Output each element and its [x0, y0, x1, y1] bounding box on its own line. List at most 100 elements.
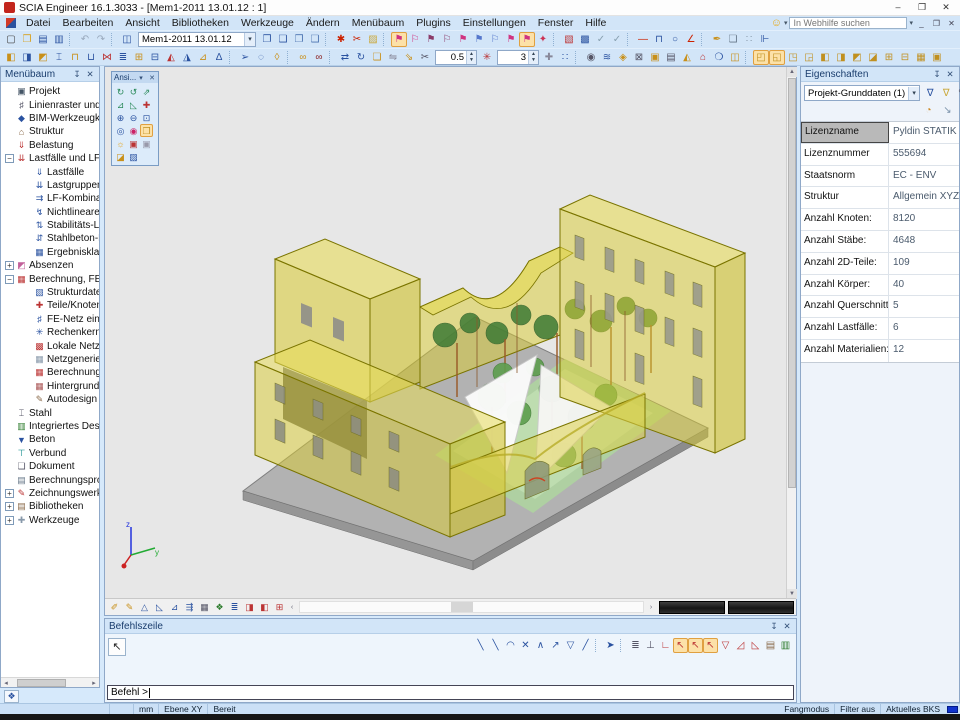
mdi-restore-button[interactable]: ❐	[930, 18, 943, 29]
property-row[interactable]: StrukturAllgemein XYZ	[801, 187, 959, 209]
zoom-in-icon[interactable]: ⊕	[114, 111, 127, 124]
tree-item[interactable]: +✚Werkzeuge	[1, 514, 99, 527]
tree-item[interactable]: ✳Rechenkern einstellen	[1, 326, 99, 339]
layer-pen-2-icon[interactable]: ✎	[122, 600, 137, 614]
tree-item[interactable]: ⇵Stahlbeton-LFK	[1, 232, 99, 245]
mesh-element-icon[interactable]: ≣	[115, 50, 131, 65]
help-dropdown-icon[interactable]: ▾	[784, 19, 788, 27]
search-named-icon[interactable]: ∞	[311, 50, 327, 65]
zoom-factor-spinner[interactable]: 0.5 ▲▼	[435, 50, 477, 65]
nonlinear-combinations-icon[interactable]: ⚐	[439, 32, 455, 47]
grid-display-2-icon[interactable]: ◧	[257, 600, 272, 614]
property-value[interactable]: 5	[889, 296, 959, 317]
section-display-icon[interactable]: ⇶	[182, 600, 197, 614]
tree-item[interactable]: ▩Lokale Netzverdichtung	[1, 339, 99, 352]
zoom-out-icon[interactable]: ⊖	[127, 111, 140, 124]
tree-item[interactable]: +✎Zeichnungswerkzeuge	[1, 487, 99, 500]
snap-intersection-icon[interactable]: ↖	[703, 638, 718, 653]
tree-hscrollbar[interactable]: ◂ ▸	[1, 677, 99, 687]
project-window-icon[interactable]: ◫	[119, 32, 135, 47]
trim-entities-icon[interactable]: ✂	[417, 50, 433, 65]
window-layout-1-icon[interactable]: ◰	[753, 50, 769, 65]
tree-item[interactable]: ▤Berechnungsprotokoll	[1, 473, 99, 486]
perpendicular-snap-icon[interactable]: ⊥	[643, 638, 658, 653]
layer-pen-1-icon[interactable]: ✐	[107, 600, 122, 614]
beam-tool-icon[interactable]: ⌶	[51, 50, 67, 65]
tree-item[interactable]: ⊤Verbund	[1, 447, 99, 460]
chart-pie-icon[interactable]: ◔	[921, 103, 936, 118]
menu-datei[interactable]: Datei	[20, 16, 57, 30]
undo-icon[interactable]: ↶	[77, 32, 93, 47]
menu-bearbeiten[interactable]: Bearbeiten	[57, 16, 120, 30]
scroll-thumb[interactable]	[788, 78, 796, 488]
wall-opening-icon[interactable]: ◨	[19, 50, 35, 65]
dot-grid-settings-icon[interactable]: ∷	[557, 50, 573, 65]
window-layout-3-icon[interactable]: ◳	[785, 50, 801, 65]
status-filter[interactable]: Filter aus	[835, 704, 881, 714]
property-value[interactable]: Pyldin STATIK	[889, 122, 959, 143]
render-solid-icon[interactable]: ❒	[140, 124, 153, 137]
flag-display-icon[interactable]: ⊿	[167, 600, 182, 614]
tree-item[interactable]: ⇊Lastgruppen	[1, 179, 99, 192]
snap-value-spinner[interactable]: 3 ▲▼	[497, 50, 539, 65]
tree-item[interactable]: ❏Dokument	[1, 460, 99, 473]
webhelp-search-input[interactable]	[789, 17, 907, 29]
result-classes-icon[interactable]: ⚑	[455, 32, 471, 47]
tree-item[interactable]: ▦Berechnung	[1, 366, 99, 379]
search-entities-icon[interactable]: ∞	[295, 50, 311, 65]
view-toolbar-caption[interactable]: Ansi... ▾ ✕	[112, 72, 158, 83]
docked-view-tab-1[interactable]	[659, 601, 725, 614]
gallery-document-icon[interactable]: ▧	[561, 32, 577, 47]
graph-display-icon[interactable]: ◺	[152, 600, 167, 614]
tree-item[interactable]: ▧Strukturdaten kontrollieren	[1, 286, 99, 299]
wall-niche-icon[interactable]: ◩	[35, 50, 51, 65]
combo-dropdown-icon[interactable]: ▾	[908, 87, 919, 100]
mdi-minimize-button[interactable]: _	[915, 18, 928, 29]
stability-combinations-icon[interactable]: ⚑	[471, 32, 487, 47]
copy-add-data-icon[interactable]: ❐	[291, 32, 307, 47]
draw-circle-icon[interactable]: ○	[667, 32, 683, 47]
tree-item[interactable]: ♯FE-Netz einstellen	[1, 313, 99, 326]
window-layout-6-icon[interactable]: ◨	[833, 50, 849, 65]
select-single-icon[interactable]: ➢	[237, 50, 253, 65]
mass-groups-icon[interactable]: ✦	[535, 32, 551, 47]
tree-item[interactable]: ▦Ergebnisklassen	[1, 246, 99, 259]
property-row[interactable]: Anzahl Querschnitte:5	[801, 296, 959, 318]
window-layout-11-icon[interactable]: ▦	[913, 50, 929, 65]
tree-item[interactable]: ▦Hintergrundberechnung	[1, 380, 99, 393]
window-layout-2-icon[interactable]: ◱	[769, 50, 785, 65]
scroll-thumb[interactable]	[451, 602, 473, 612]
close-button[interactable]: ✕	[934, 1, 958, 15]
tree-item[interactable]: ▦Netzgenerierung	[1, 353, 99, 366]
search-history-icon[interactable]: ▾	[909, 19, 913, 27]
tree-item[interactable]: ⌂Struktur	[1, 125, 99, 138]
scroll-right-icon[interactable]: ›	[646, 604, 656, 611]
zoom-selection-icon[interactable]: ◉	[127, 124, 140, 137]
chevron-down-icon[interactable]: ▾	[137, 74, 145, 82]
snap-edge-icon[interactable]: ◿	[733, 638, 748, 653]
window-layout-9-icon[interactable]: ⊞	[881, 50, 897, 65]
view-axonometric-icon[interactable]: ✚	[140, 98, 153, 111]
repair-model-icon[interactable]: ✂	[349, 32, 365, 47]
tree-item[interactable]: ⇉LF-Kombinationen	[1, 192, 99, 205]
zoom-all-icon[interactable]: ◎	[114, 124, 127, 137]
menu-einstellungen[interactable]: Einstellungen	[457, 16, 532, 30]
select-workplane-icon[interactable]: ◊	[269, 50, 285, 65]
window-layout-5-icon[interactable]: ◧	[817, 50, 833, 65]
maximize-button[interactable]: ❐	[910, 1, 934, 15]
view-all-icon[interactable]: ◉	[583, 50, 599, 65]
tree-item[interactable]: ✚Teile/Knoten koppeln	[1, 299, 99, 312]
tree-item[interactable]: +◩Absenzen	[1, 259, 99, 272]
mesh-display-icon[interactable]: ▦	[197, 600, 212, 614]
property-value[interactable]: 40	[889, 275, 959, 296]
filter-funnel-edit-icon[interactable]: ∇	[938, 86, 954, 101]
property-value[interactable]: 109	[889, 253, 959, 274]
point-grid-icon[interactable]: ∷	[741, 32, 757, 47]
property-value[interactable]: 4648	[889, 231, 959, 252]
paste-attributes-icon[interactable]: ❑	[275, 32, 291, 47]
window-layout-4-icon[interactable]: ◲	[801, 50, 817, 65]
select-lasso-icon[interactable]: ◌	[253, 50, 269, 65]
tree-item[interactable]: ↯Nichtlineare LF-Kombinationen	[1, 206, 99, 219]
stretch-entities-icon[interactable]: ⇘	[401, 50, 417, 65]
snap-endpoint-icon[interactable]: ↖	[673, 638, 688, 653]
